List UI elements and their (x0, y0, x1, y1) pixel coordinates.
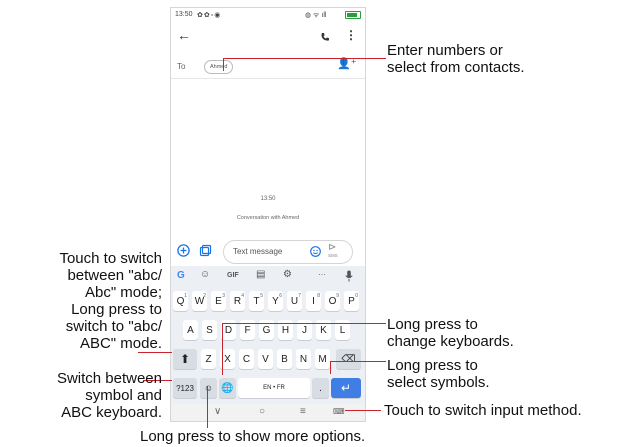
annotation-switch-case: Touch to switch between "abc/ Abc" mode;… (59, 250, 162, 352)
key-m[interactable]: M (315, 349, 330, 369)
battery-icon (345, 11, 361, 19)
key-p[interactable]: P0 (344, 291, 359, 311)
pointer-line (138, 352, 172, 353)
gif-button[interactable]: GIF (227, 272, 239, 279)
gallery-icon[interactable] (199, 244, 212, 257)
clipboard-icon[interactable]: ▤ (256, 269, 265, 280)
period-key[interactable]: . (312, 378, 329, 398)
pointer-line (207, 386, 208, 428)
recipient-chip[interactable]: Ahmed (204, 60, 234, 74)
key-b[interactable]: B (277, 349, 292, 369)
google-icon[interactable]: G (177, 270, 185, 281)
back-arrow-icon[interactable]: ← (177, 27, 191, 43)
space-bar[interactable]: EN • FR (238, 378, 310, 398)
pointer-line (345, 410, 381, 411)
key-w[interactable]: W2 (192, 291, 207, 311)
send-sms-label: SMS (328, 253, 338, 258)
annotation-more-options: Long press to show more options. (140, 428, 366, 445)
key-i[interactable]: I8 (306, 291, 321, 311)
more-button[interactable]: ··· (318, 270, 326, 279)
home-icon[interactable]: ○ (259, 406, 265, 417)
key-a[interactable]: A (183, 320, 198, 340)
key-t[interactable]: T5 (249, 291, 264, 311)
key-s[interactable]: S (202, 320, 217, 340)
compose-bar: Text message ⊳ SMS (171, 237, 365, 265)
conversation-header: Conversation with Ahmed (236, 215, 300, 221)
message-input[interactable]: Text message ⊳ SMS (223, 240, 353, 264)
pointer-line (222, 323, 223, 375)
pointer-line (330, 361, 331, 374)
hide-keyboard-icon[interactable]: ∨ (214, 406, 221, 417)
annotation-select-symbols: Long press to select symbols. (387, 357, 490, 391)
key-y[interactable]: Y6 (268, 291, 283, 311)
pointer-line (223, 58, 224, 71)
status-time: 13:50 (175, 11, 193, 18)
key-u[interactable]: U7 (287, 291, 302, 311)
key-r[interactable]: R4 (230, 291, 245, 311)
add-attachment-icon[interactable] (177, 244, 190, 257)
shift-key[interactable]: ⬆ (173, 349, 197, 369)
emoji-key[interactable]: ☺ (200, 378, 217, 398)
pointer-line (330, 361, 386, 362)
to-label: To (177, 62, 186, 71)
notification-icons: ✿✿▫◉ (197, 12, 222, 19)
navigation-bar: ∨ ○ ≡ ⌨ (171, 404, 365, 421)
microphone-icon[interactable] (345, 270, 353, 282)
message-placeholder: Text message (233, 247, 283, 256)
emoji-icon[interactable] (310, 246, 321, 257)
key-c[interactable]: C (239, 349, 254, 369)
key-o[interactable]: O9 (325, 291, 340, 311)
overflow-menu-icon[interactable]: ⋮ (345, 28, 357, 42)
key-n[interactable]: N (296, 349, 311, 369)
recents-icon[interactable]: ≡ (300, 406, 306, 417)
keyboard-toolbar: G ☺ GIF ▤ ⚙ ··· (171, 266, 365, 286)
symbols-key[interactable]: ?123 (173, 378, 197, 398)
signal-icons: ◍ ᯤ ıll (305, 12, 327, 19)
message-timestamp: 13:50 (260, 196, 276, 202)
key-z[interactable]: Z (201, 349, 216, 369)
backspace-key[interactable]: ⌫ (336, 349, 361, 369)
annotation-enter-numbers: Enter numbers or select from contacts. (387, 42, 525, 76)
pointer-line (343, 58, 344, 64)
sticker-icon[interactable]: ☺ (200, 269, 210, 280)
settings-icon[interactable]: ⚙ (283, 269, 292, 280)
key-e[interactable]: E3 (211, 291, 226, 311)
annotation-change-keyboards: Long press to change keyboards. (387, 316, 514, 350)
globe-key-icon[interactable]: 🌐 (219, 378, 236, 398)
key-v[interactable]: V (258, 349, 273, 369)
phone-call-icon[interactable] (320, 32, 330, 42)
annotation-input-method: Touch to switch input method. (384, 402, 582, 419)
send-icon[interactable]: ⊳ (328, 242, 336, 253)
annotation-switch-keyboard: Switch between symbol and ABC keyboard. (56, 370, 162, 421)
phone-screen: 13:50 ✿✿▫◉ ◍ ᯤ ıll ← ⋮ To Ahmed 👤⁺ 13:50… (170, 7, 366, 422)
pointer-line (222, 323, 386, 324)
keyboard-switch-icon[interactable]: ⌨ (333, 407, 345, 416)
keyboard: Q1W2E3R4T5Y6U7I8O9P0 ASDFGHJKL ZXCVBNM ⬆… (171, 286, 365, 421)
status-bar: 13:50 ✿✿▫◉ ◍ ᯤ ıll (171, 8, 365, 22)
pointer-line (223, 58, 386, 59)
app-bar: ← ⋮ (171, 24, 365, 50)
key-q[interactable]: Q1 (173, 291, 188, 311)
enter-key-icon[interactable]: ↵ (331, 378, 361, 398)
